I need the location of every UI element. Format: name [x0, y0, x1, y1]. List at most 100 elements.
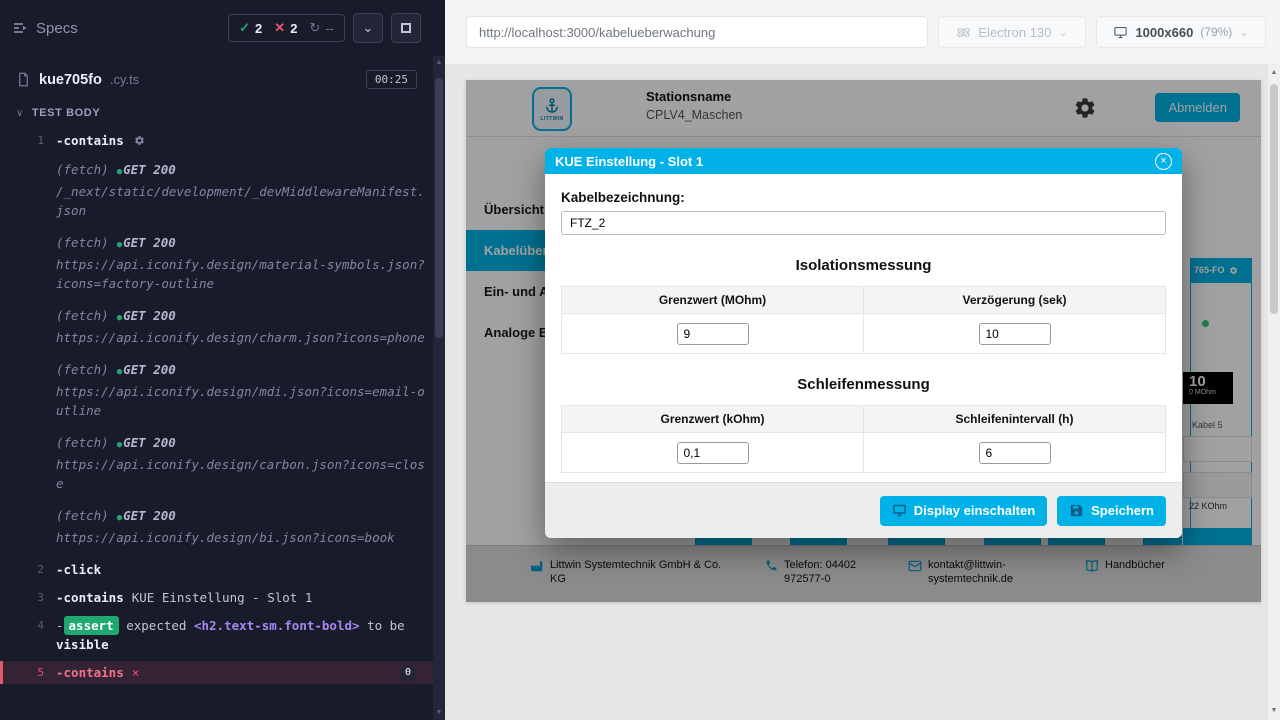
- fetch-status: GET 200: [123, 508, 176, 523]
- command-number: 4: [0, 616, 56, 654]
- spec-name[interactable]: kue705fo: [39, 72, 102, 88]
- command-name: -contains: [56, 665, 124, 680]
- assert-dash: -: [56, 618, 64, 633]
- command-row-contains-1[interactable]: 1 -contains: [0, 129, 433, 153]
- fetch-tag: (fetch): [56, 308, 109, 323]
- fetch-log-row[interactable]: (fetch) ●GET 200 https://api.iconify.desig…: [0, 304, 433, 349]
- fetch-url: https://api.iconify.design/carbon.json?i…: [56, 455, 427, 493]
- fetch-status: GET 200: [123, 308, 176, 323]
- assert-to-be: to be: [367, 618, 405, 633]
- aut-toolbar: Electron 130 ⌄ 1000x660 (79%) ⌄: [445, 0, 1280, 64]
- children-count-badge: 0: [399, 665, 417, 681]
- iso-limit-input[interactable]: [677, 323, 749, 345]
- fetch-tag: (fetch): [56, 362, 109, 377]
- iso-delay-input[interactable]: [979, 323, 1051, 345]
- passed-stat: ✓2: [239, 20, 262, 36]
- fetch-tag: (fetch): [56, 162, 109, 177]
- specs-menu[interactable]: Specs: [12, 20, 78, 37]
- spec-extension: .cy.ts: [110, 72, 139, 87]
- refresh-icon: ↻: [309, 20, 320, 36]
- command-row-contains-2[interactable]: 3 -containsKUE Einstellung - Slot 1: [0, 586, 433, 609]
- status-dot-icon: ●: [117, 440, 122, 450]
- scroll-down-arrow[interactable]: ▼: [1268, 704, 1280, 718]
- fetch-tag: (fetch): [56, 435, 109, 450]
- reporter-header: Specs ✓2 ✕2 ↻-- ⌄: [0, 0, 433, 56]
- browser-label: Electron 130: [978, 25, 1051, 40]
- cypress-reporter: Specs ✓2 ✕2 ↻-- ⌄ kue705fo .cy.ts 00:25: [0, 0, 445, 720]
- fetch-status: GET 200: [123, 162, 176, 177]
- cable-name-input[interactable]: [561, 211, 1166, 235]
- modal-footer: Display einschalten Speichern: [545, 482, 1182, 538]
- loop-section-title: Schleifenmessung: [561, 376, 1166, 393]
- check-icon: ✓: [239, 20, 250, 36]
- reporter-scrollbar[interactable]: ▲ ▼: [433, 56, 445, 720]
- test-body-toggle[interactable]: ∨ TEST BODY: [0, 99, 433, 127]
- command-row-contains-failed[interactable]: 5 -contains× 0: [0, 661, 433, 684]
- electron-icon: [956, 25, 971, 40]
- failed-stat: ✕2: [274, 20, 297, 36]
- fetch-log-row[interactable]: (fetch)●GET 200https://api.iconify.desig…: [0, 431, 433, 495]
- fetch-log-row[interactable]: (fetch) ●GET 200 https://api.iconify.desig…: [0, 231, 433, 295]
- scrollbar-thumb[interactable]: [435, 78, 443, 338]
- fetch-status: GET 200: [123, 362, 176, 377]
- status-dot-icon: ●: [117, 513, 122, 523]
- test-body-label: TEST BODY: [32, 107, 100, 119]
- specs-label[interactable]: Specs: [36, 20, 78, 37]
- fetch-tag: (fetch): [56, 508, 109, 523]
- scroll-up-arrow[interactable]: ▲: [1268, 66, 1280, 80]
- scroll-up-arrow[interactable]: ▲: [433, 56, 445, 70]
- viewport-icon: [1113, 25, 1128, 40]
- browser-select[interactable]: Electron 130 ⌄: [938, 16, 1086, 48]
- cable-name-label: Kabelbezeichnung:: [561, 190, 1166, 205]
- fetch-url: https://api.iconify.design/charm.json?ic…: [56, 328, 427, 347]
- isolation-section-title: Isolationsmessung: [561, 257, 1166, 274]
- cross-icon: ✕: [274, 20, 285, 36]
- viewport-size: 1000x660: [1135, 25, 1193, 40]
- page-scrollbar[interactable]: ▲ ▼: [1268, 64, 1280, 720]
- chevron-down-icon: ⌄: [1058, 26, 1067, 39]
- fetch-url: https://api.iconify.design/material-symb…: [56, 255, 427, 293]
- modal-title: KUE Einstellung - Slot 1: [555, 154, 703, 169]
- modal-header: KUE Einstellung - Slot 1 ×: [545, 148, 1182, 174]
- close-icon[interactable]: ×: [1155, 153, 1172, 170]
- fetch-url: https://api.iconify.design/bi.json?icons…: [56, 528, 427, 547]
- aut-stage: LITTWIN Stationsname CPLV4_Maschen Abmel…: [445, 64, 1268, 720]
- loop-limit-input[interactable]: [677, 442, 749, 464]
- status-dot-icon: ●: [117, 367, 122, 377]
- app-under-test: LITTWIN Stationsname CPLV4_Maschen Abmel…: [466, 80, 1261, 602]
- loop-interval-input[interactable]: [979, 442, 1051, 464]
- gear-icon: [134, 132, 145, 151]
- fetch-log-row[interactable]: (fetch) ●GET 200 https://api.iconify.desig…: [0, 504, 433, 549]
- stop-icon: [401, 23, 411, 33]
- fetch-log-row[interactable]: (fetch)●GET 200https://api.iconify.desig…: [0, 358, 433, 422]
- viewport-select[interactable]: 1000x660 (79%) ⌄: [1096, 16, 1266, 48]
- command-argument: KUE Einstellung - Slot 1: [132, 590, 313, 605]
- collapse-button[interactable]: ⌄: [353, 13, 383, 43]
- specs-list-icon: [12, 20, 28, 36]
- assert-expected: expected: [126, 618, 186, 633]
- command-number: 5: [3, 663, 56, 682]
- spec-timer: 00:25: [366, 70, 417, 89]
- fetch-tag: (fetch): [56, 235, 109, 250]
- column-header: Schleifenintervall (h): [864, 406, 1166, 433]
- command-log: 1 -contains (fetch)●GET 200/_next/static…: [0, 127, 433, 684]
- status-dot-icon: ●: [117, 313, 122, 323]
- url-input[interactable]: [466, 16, 928, 48]
- command-row-click[interactable]: 2 -click: [0, 558, 433, 581]
- caret-down-icon: ∨: [16, 108, 24, 119]
- loop-table: Grenzwert (kOhm) Schleifenintervall (h): [561, 405, 1166, 473]
- fetch-log-row[interactable]: (fetch)●GET 200/_next/static/development…: [0, 158, 433, 222]
- display-on-button[interactable]: Display einschalten: [880, 496, 1047, 526]
- scroll-down-arrow[interactable]: ▼: [433, 706, 445, 720]
- save-button[interactable]: Speichern: [1057, 496, 1166, 526]
- scrollbar-thumb[interactable]: [1270, 84, 1278, 314]
- spec-file-icon: [16, 72, 31, 87]
- command-number: 2: [0, 560, 56, 579]
- command-number: 3: [0, 588, 56, 607]
- command-row-assert[interactable]: 4 -assert expected <h2.text-sm.font-bold…: [0, 614, 433, 656]
- command-name: -contains: [56, 133, 124, 148]
- fetch-status: GET 200: [123, 235, 176, 250]
- status-dot-icon: ●: [117, 240, 122, 250]
- stop-button[interactable]: [391, 13, 421, 43]
- monitor-icon: [892, 503, 907, 518]
